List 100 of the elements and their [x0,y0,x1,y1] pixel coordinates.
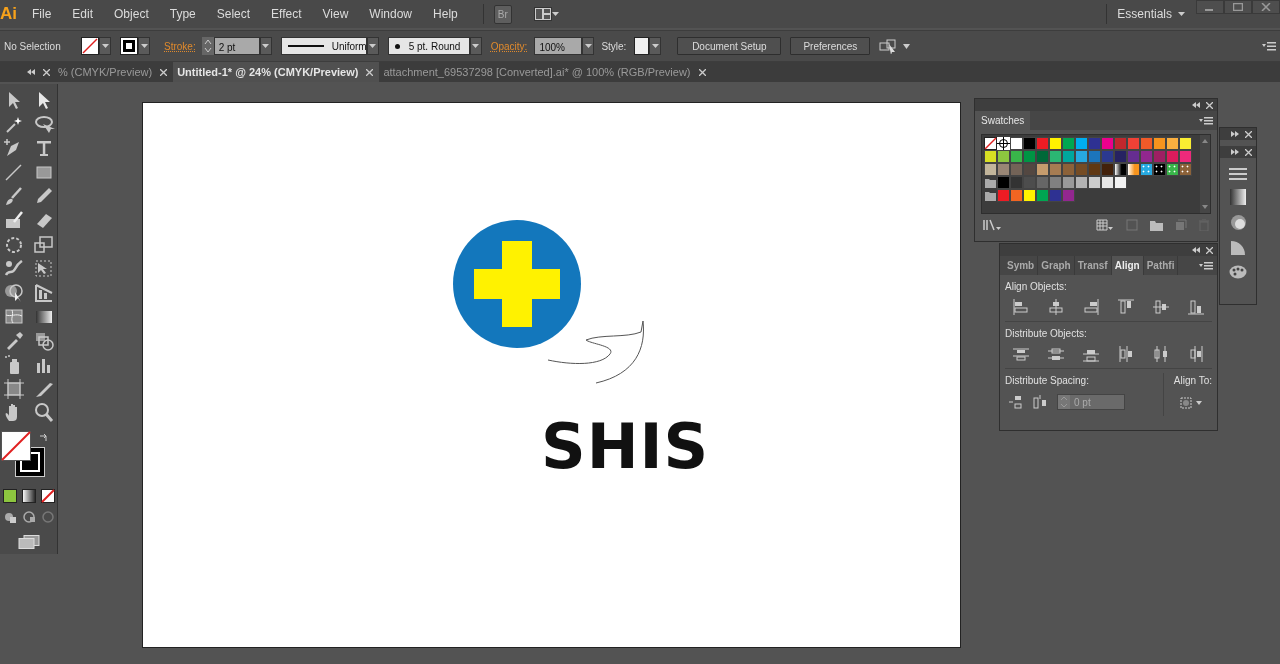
color-swatch[interactable] [1036,163,1049,176]
none-swatch[interactable] [984,137,997,150]
color-mode-icon[interactable] [2,489,17,503]
color-swatch[interactable] [1062,189,1075,202]
color-swatch[interactable] [1049,137,1062,150]
panel-menu-icon[interactable] [1262,41,1276,51]
close-icon[interactable] [1206,246,1213,254]
caret-icon[interactable] [1196,401,1202,405]
color-swatch[interactable] [1023,189,1036,202]
color-swatch[interactable] [1036,150,1049,163]
color-swatch[interactable] [997,150,1010,163]
dropdown-button[interactable] [99,37,111,55]
color-swatch[interactable] [1062,150,1075,163]
align-bottom-icon[interactable] [1188,299,1204,315]
color-swatch[interactable] [997,163,1010,176]
document-tab[interactable]: Untitled-1* @ 24% (CMYK/Preview) [173,62,380,82]
color-swatch[interactable] [1075,150,1088,163]
mesh-icon[interactable] [2,306,25,327]
caret-icon[interactable] [262,44,270,48]
panel-tab[interactable]: Transf [1074,256,1112,275]
swatch-options-icon[interactable] [1126,219,1138,231]
distribute-right-icon[interactable] [1188,346,1204,362]
caret-icon[interactable] [369,44,377,48]
dropdown-button[interactable] [582,37,595,55]
brush-dropdown[interactable]: 5 pt. Round [387,37,470,55]
fill-color-swatch[interactable] [0,431,31,461]
panel-menu-icon[interactable] [1199,116,1213,125]
color-swatch[interactable] [1023,137,1036,150]
color-swatch[interactable] [1101,163,1114,176]
gradient-swatch[interactable] [1114,163,1127,176]
color-swatch[interactable] [1049,176,1062,189]
color-swatch[interactable] [1153,150,1166,163]
pattern-swatch[interactable] [1179,163,1192,176]
window-maximize-button[interactable] [1224,0,1252,14]
workspace-switcher[interactable]: Essentials [1117,5,1172,23]
collapse-icon[interactable] [1192,102,1200,108]
vertical-spacing-icon[interactable] [1009,395,1023,409]
screen-mode-icon[interactable] [17,535,40,549]
distribute-left-icon[interactable] [1118,346,1134,362]
caret-icon[interactable] [551,12,559,16]
caret-icon[interactable] [903,43,911,49]
color-swatch[interactable] [1062,137,1075,150]
menu-item[interactable]: Object [114,5,149,23]
color-swatch[interactable] [1088,163,1101,176]
color-swatch[interactable] [1114,137,1127,150]
color-swatch[interactable] [1179,150,1192,163]
horizontal-spacing-icon[interactable] [1033,395,1047,409]
panel-tab[interactable]: Swatches [975,111,1031,130]
color-swatch[interactable] [1036,137,1049,150]
caret-icon[interactable] [584,44,592,48]
stroke-profile-dropdown[interactable]: Uniform [280,37,367,55]
color-swatch[interactable] [1179,137,1192,150]
dropdown-button[interactable] [649,37,662,55]
color-swatch[interactable] [1010,137,1023,150]
color-swatch[interactable] [1036,189,1049,202]
scrollbar[interactable] [1200,135,1210,213]
align-left-icon[interactable] [1013,299,1029,315]
color-swatch[interactable] [1049,150,1062,163]
menu-item[interactable]: Type [169,5,196,23]
pattern-swatch[interactable] [1140,163,1153,176]
pattern-swatch[interactable] [1153,163,1166,176]
color-swatch[interactable] [1166,150,1179,163]
collapse-icon[interactable] [27,69,35,75]
color-swatch[interactable] [1049,163,1062,176]
folder-icon[interactable] [984,176,997,189]
color-swatch[interactable] [1023,176,1036,189]
menu-item[interactable]: View [322,5,349,23]
color-swatch[interactable] [984,163,997,176]
opacity-field[interactable]: 100% [534,37,583,55]
caret-icon[interactable] [101,44,109,48]
perspective-grid-icon[interactable] [32,282,55,303]
new-group-icon[interactable] [1150,219,1163,231]
color-swatch[interactable] [1023,163,1036,176]
caret-icon[interactable] [472,44,480,48]
distribute-center-icon[interactable] [1048,346,1064,362]
registration-swatch[interactable] [997,137,1010,150]
artboard-icon[interactable] [2,378,25,399]
window-close-button[interactable] [1252,0,1280,14]
menu-item[interactable]: Effect [271,5,302,23]
toolbar-button[interactable]: Document Setup [677,37,782,55]
color-swatch[interactable] [1036,176,1049,189]
close-icon[interactable] [160,68,168,76]
gradient-swatch[interactable] [1127,163,1140,176]
color-swatch[interactable] [997,176,1010,189]
panel-tab[interactable]: Symb [1004,256,1039,275]
align-center-icon[interactable] [1048,299,1064,315]
panel-tab[interactable]: Graph [1038,256,1075,275]
color-swatch[interactable] [1075,137,1088,150]
opacity-link[interactable]: Opacity: [490,38,528,54]
close-icon[interactable] [43,68,50,76]
fill-none-swatch[interactable] [81,37,99,55]
stroke-swatch[interactable] [120,37,138,55]
menu-item[interactable]: File [32,5,52,23]
dropdown-button[interactable] [138,37,150,55]
caret-icon[interactable] [1178,12,1185,16]
pattern-swatch[interactable] [1166,163,1179,176]
gradient-mode-icon[interactable] [21,489,36,503]
color-swatch[interactable] [1101,150,1114,163]
align-right-icon[interactable] [1083,299,1099,315]
color-swatch[interactable] [1140,137,1153,150]
